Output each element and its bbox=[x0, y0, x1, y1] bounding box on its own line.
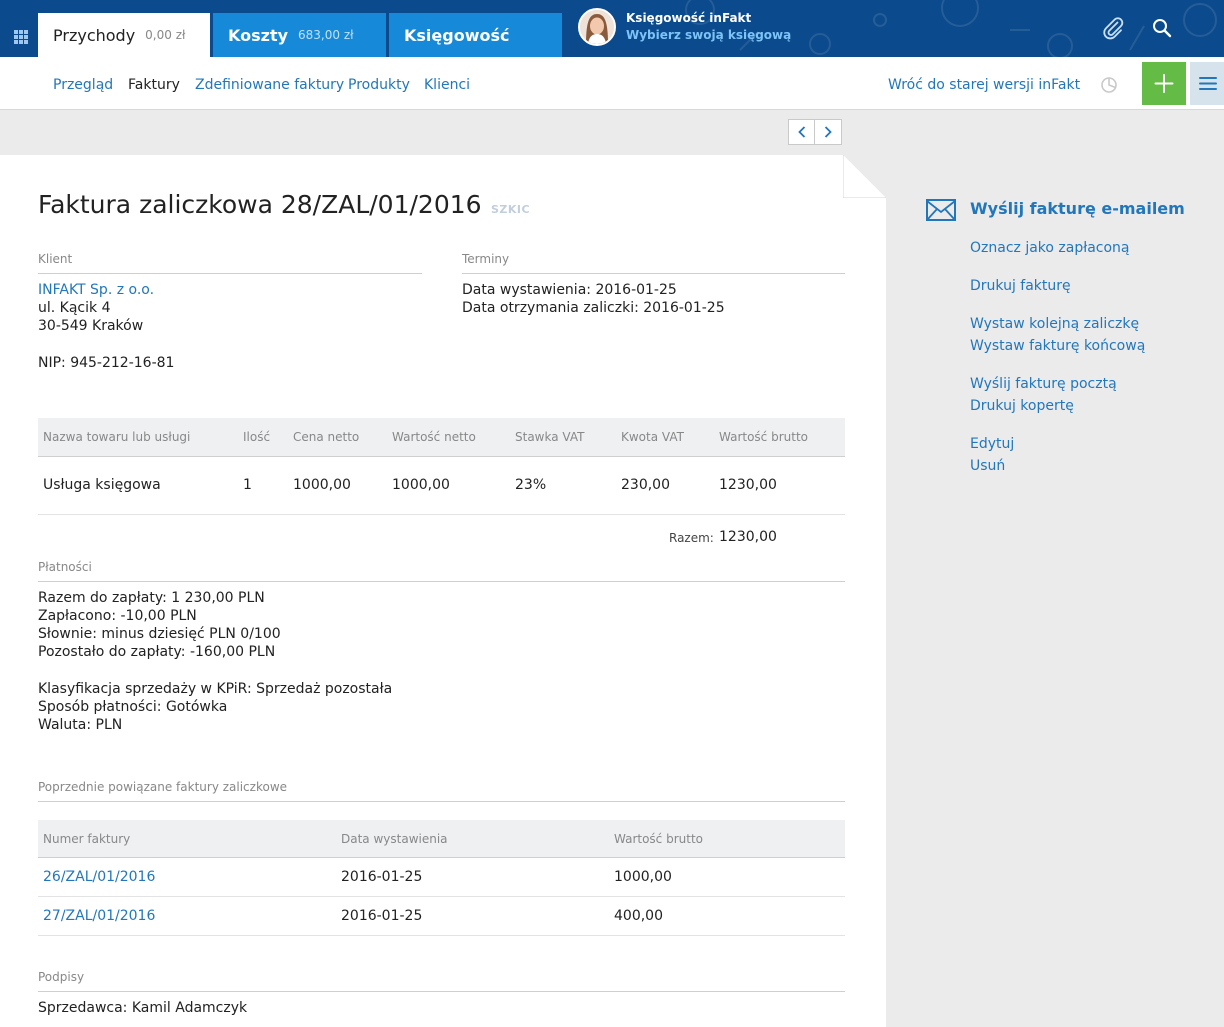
plus-icon bbox=[1154, 74, 1174, 93]
delete-link[interactable]: Usuń bbox=[970, 458, 1005, 474]
advance-date: Data otrzymania zaliczki: 2016-01-25 bbox=[462, 300, 725, 316]
item-vat-amount: 230,00 bbox=[621, 477, 670, 493]
paperclip-icon[interactable] bbox=[1101, 16, 1125, 40]
item-net-value: 1000,00 bbox=[392, 477, 450, 493]
nav-clients[interactable]: Klienci bbox=[424, 77, 470, 93]
total-value: 1230,00 bbox=[719, 529, 777, 545]
nav-invoices[interactable]: Faktury bbox=[128, 77, 180, 93]
divider bbox=[38, 581, 845, 582]
seller-signature: Sprzedawca: Kamil Adamczyk bbox=[38, 1000, 248, 1016]
divider bbox=[38, 991, 845, 992]
column-header: Wartość brutto bbox=[719, 430, 809, 444]
nav-overview[interactable]: Przegląd bbox=[53, 77, 113, 93]
payment-in-words: Słownie: minus dziesięć PLN 0/100 bbox=[38, 626, 281, 642]
client-street: ul. Kącik 4 bbox=[38, 300, 111, 316]
total-label: Razem: bbox=[669, 531, 714, 545]
apps-grid-icon[interactable] bbox=[14, 30, 28, 44]
item-quantity: 1 bbox=[243, 477, 252, 493]
envelope-icon[interactable] bbox=[926, 199, 956, 221]
chevron-left-icon bbox=[797, 126, 805, 138]
print-envelope-link[interactable]: Drukuj kopertę bbox=[970, 398, 1074, 414]
sales-classification: Klasyfikacja sprzedaży w KPiR: Sprzedaż … bbox=[38, 681, 393, 697]
payment-paid: Zapłacono: -10,00 PLN bbox=[38, 608, 197, 624]
accountant-avatar[interactable] bbox=[578, 8, 616, 46]
print-invoice-link[interactable]: Drukuj fakturę bbox=[970, 278, 1071, 294]
column-header: Nazwa towaru lub usługi bbox=[43, 430, 191, 444]
payment-method: Sposób płatności: Gotówka bbox=[38, 699, 228, 715]
status-badge: SZKIC bbox=[491, 203, 531, 216]
column-header: Wartość netto bbox=[392, 430, 476, 444]
nav-products[interactable]: Produkty bbox=[348, 77, 410, 93]
add-button[interactable] bbox=[1142, 62, 1186, 105]
divider bbox=[38, 896, 845, 897]
related-invoice-date: 2016-01-25 bbox=[341, 908, 423, 924]
invoice-title: Faktura zaliczkowa 28/ZAL/01/2016 bbox=[38, 190, 482, 219]
payment-remaining: Pozostało do zapłaty: -160,00 PLN bbox=[38, 644, 276, 660]
tab-costs-amount: 683,00 zł bbox=[298, 28, 354, 42]
search-icon[interactable] bbox=[1151, 17, 1173, 39]
tab-costs-label: Koszty bbox=[228, 25, 289, 45]
item-name: Usługa księgowa bbox=[43, 477, 161, 493]
payment-total: Razem do zapłaty: 1 230,00 PLN bbox=[38, 590, 265, 606]
column-header: Numer faktury bbox=[43, 832, 131, 846]
payments-section-label: Płatności bbox=[38, 560, 92, 574]
choose-accountant-link[interactable]: Wybierz swoją księgową bbox=[626, 28, 791, 42]
client-section-label: Klient bbox=[38, 252, 73, 266]
divider bbox=[38, 273, 422, 274]
menu-button[interactable] bbox=[1190, 62, 1224, 105]
item-gross-value: 1230,00 bbox=[719, 477, 777, 493]
column-header: Data wystawienia bbox=[341, 832, 448, 846]
pie-chart-icon[interactable] bbox=[1100, 76, 1118, 94]
tab-income[interactable]: Przychody 0,00 zł bbox=[38, 13, 210, 57]
related-invoice-link[interactable]: 26/ZAL/01/2016 bbox=[43, 869, 155, 885]
column-header: Cena netto bbox=[293, 430, 360, 444]
send-by-post-link[interactable]: Wyślij fakturę pocztą bbox=[970, 376, 1117, 392]
chevron-right-icon bbox=[824, 126, 832, 138]
client-nip: NIP: 945-212-16-81 bbox=[38, 355, 175, 371]
next-advance-link[interactable]: Wystaw kolejną zaliczkę bbox=[970, 316, 1139, 332]
send-email-link[interactable]: Wyślij fakturę e-mailem bbox=[970, 199, 1185, 218]
tab-accounting[interactable]: Księgowość bbox=[389, 13, 562, 57]
item-vat-rate: 23% bbox=[515, 477, 547, 493]
tab-costs[interactable]: Koszty 683,00 zł bbox=[213, 13, 386, 57]
item-net-price: 1000,00 bbox=[293, 477, 351, 493]
divider bbox=[38, 857, 845, 858]
sub-navigation: Przegląd Faktury Zdefiniowane faktury Pr… bbox=[0, 57, 1224, 110]
divider bbox=[38, 514, 845, 515]
issue-date: Data wystawienia: 2016-01-25 bbox=[462, 282, 677, 298]
related-invoice-date: 2016-01-25 bbox=[341, 869, 423, 885]
edit-link[interactable]: Edytuj bbox=[970, 436, 1014, 452]
currency: Waluta: PLN bbox=[38, 717, 123, 733]
previous-invoice-button[interactable] bbox=[788, 119, 815, 145]
tab-accounting-label: Księgowość bbox=[404, 25, 510, 45]
divider bbox=[38, 801, 845, 802]
client-city: 30-549 Kraków bbox=[38, 318, 144, 334]
divider bbox=[462, 273, 845, 274]
related-invoices-label: Poprzednie powiązane faktury zaliczkowe bbox=[38, 780, 288, 794]
nav-defined-invoices[interactable]: Zdefiniowane faktury bbox=[195, 77, 344, 93]
old-version-link[interactable]: Wróć do starej wersji inFakt bbox=[888, 77, 1080, 93]
column-header: Stawka VAT bbox=[515, 430, 585, 444]
divider bbox=[38, 456, 845, 457]
column-header: Kwota VAT bbox=[621, 430, 684, 444]
client-name-link[interactable]: INFAKT Sp. z o.o. bbox=[38, 282, 154, 298]
final-invoice-link[interactable]: Wystaw fakturę końcową bbox=[970, 338, 1145, 354]
page-fold-corner bbox=[843, 155, 886, 198]
next-invoice-button[interactable] bbox=[815, 119, 842, 145]
mark-paid-link[interactable]: Oznacz jako zapłaconą bbox=[970, 240, 1130, 256]
terms-section-label: Terminy bbox=[462, 252, 510, 266]
signatures-section-label: Podpisy bbox=[38, 970, 85, 984]
hamburger-icon bbox=[1199, 77, 1217, 90]
related-invoice-gross: 1000,00 bbox=[614, 869, 672, 885]
invoice-pager bbox=[788, 119, 842, 145]
tab-income-amount: 0,00 zł bbox=[145, 28, 186, 42]
tab-income-label: Przychody bbox=[53, 25, 136, 45]
related-invoice-gross: 400,00 bbox=[614, 908, 663, 924]
related-invoice-link[interactable]: 27/ZAL/01/2016 bbox=[43, 908, 155, 924]
column-header: Ilość bbox=[243, 430, 271, 444]
column-header: Wartość brutto bbox=[614, 832, 704, 846]
top-bar: Przychody 0,00 zł Koszty 683,00 zł Księg… bbox=[0, 0, 1224, 57]
account-title: Księgowość inFakt bbox=[626, 11, 752, 25]
divider bbox=[38, 935, 845, 936]
